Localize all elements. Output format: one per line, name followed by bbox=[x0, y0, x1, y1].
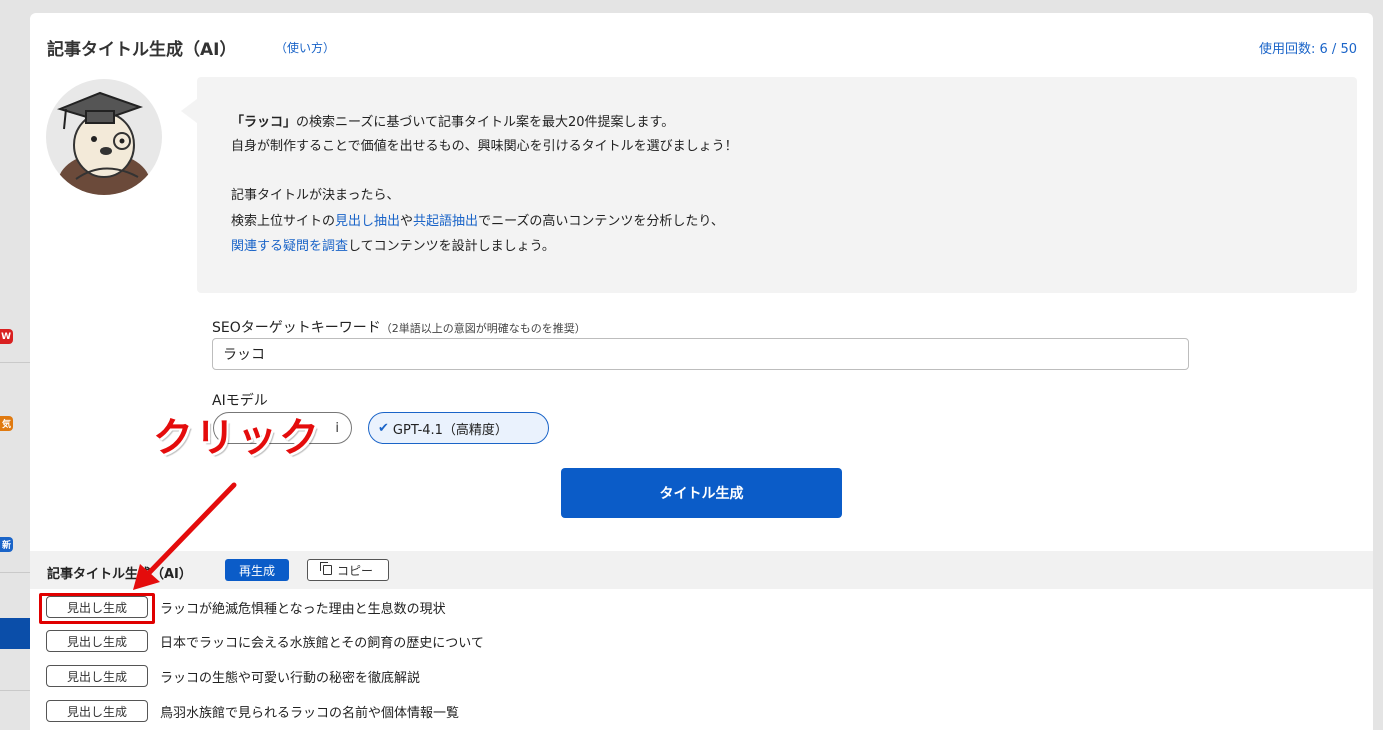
title-suggestion: ラッコの生態や可愛い行動の秘密を徹底解説 bbox=[160, 670, 421, 686]
model-option-gpt41[interactable]: ✔ GPT-4.1（高精度） bbox=[368, 412, 549, 444]
copy-button[interactable]: コピー bbox=[307, 559, 389, 581]
check-icon: ✔ bbox=[378, 420, 389, 436]
intro-text: の検索ニーズに基づいて記事タイトル案を最大20件提案します。 bbox=[296, 115, 675, 130]
intro-line-2: 自身が制作することで価値を出せるもの、興味関心を引けるタイトルを選びましょう！ bbox=[231, 139, 738, 154]
regenerate-button[interactable]: 再生成 bbox=[225, 559, 289, 581]
title-suggestion: ラッコが絶滅危惧種となった理由と生息数の現状 bbox=[160, 601, 446, 617]
model-option-label: GPT-4.1（高精度） bbox=[392, 422, 508, 438]
click-annotation: クリック bbox=[153, 415, 321, 461]
sidebar-item-active[interactable] bbox=[0, 618, 30, 649]
intro-line-4: 検索上位サイトの見出し抽出や共起語抽出でニーズの高いコンテンツを分析したり、 bbox=[231, 212, 724, 232]
related-questions-link[interactable]: 関連する疑問を調査 bbox=[231, 239, 348, 254]
copy-icon bbox=[319, 562, 332, 575]
intro-text: や bbox=[400, 214, 414, 229]
intro-keyword: 「ラッコ」 bbox=[231, 115, 297, 130]
mascot-avatar bbox=[46, 79, 162, 195]
intro-text: 検索上位サイトの bbox=[231, 214, 336, 229]
heading-generate-button[interactable]: 見出し生成 bbox=[46, 700, 148, 722]
intro-line-5: 関連する疑問を調査してコンテンツを設計しましょう。 bbox=[231, 237, 555, 257]
intro-bubble: 「ラッコ」の検索ニーズに基づいて記事タイトル案を最大20件提案します。 自身が制… bbox=[181, 77, 1357, 293]
model-option-label: i bbox=[335, 420, 339, 436]
sidebar-divider bbox=[0, 572, 30, 573]
list-item: 見出し生成 ラッコの生態や可愛い行動の秘密を徹底解説 bbox=[46, 665, 420, 687]
intro-line-3: 記事タイトルが決まったら、 bbox=[231, 188, 400, 203]
title-suggestion: 日本でラッコに会える水族館とその飼育の歴史について bbox=[160, 635, 484, 651]
sidebar-badge-popular: 気 bbox=[0, 416, 13, 431]
heading-generate-button[interactable]: 見出し生成 bbox=[46, 665, 148, 687]
heading-generate-button[interactable]: 見出し生成 bbox=[46, 630, 148, 652]
usage-count: 使用回数: 6 / 50 bbox=[1259, 42, 1357, 57]
otter-mascot-icon bbox=[56, 91, 150, 195]
howto-link[interactable]: （使い方） bbox=[275, 39, 335, 56]
heading-extract-link[interactable]: 見出し抽出 bbox=[335, 214, 400, 229]
sidebar-divider bbox=[0, 690, 30, 691]
list-item: 見出し生成 日本でラッコに会える水族館とその飼育の歴史について bbox=[46, 630, 484, 652]
keyword-label: SEOターゲットキーワード（2単語以上の意図が明確なものを推奨） bbox=[212, 317, 586, 337]
title-suggestion: 鳥羽水族館で見られるラッコの名前や個体情報一覧 bbox=[160, 705, 460, 721]
keyword-label-text: SEOターゲットキーワード bbox=[212, 320, 381, 336]
sidebar: W 気 新 bbox=[0, 0, 30, 730]
intro-line-1: 「ラッコ」の検索ニーズに基づいて記事タイトル案を最大20件提案します。 bbox=[231, 113, 674, 133]
intro-text: でニーズの高いコンテンツを分析したり、 bbox=[478, 214, 724, 229]
sidebar-badge-new: W bbox=[0, 329, 13, 344]
page-title: 記事タイトル生成（AI） bbox=[47, 40, 237, 60]
cooccurrence-link[interactable]: 共起語抽出 bbox=[413, 214, 478, 229]
keyword-input[interactable] bbox=[212, 338, 1189, 370]
intro-text: してコンテンツを設計しましょう。 bbox=[348, 239, 555, 254]
main-card: 記事タイトル生成（AI） （使い方） 使用回数: 6 / 50 「ラッコ」の検索… bbox=[30, 13, 1373, 730]
list-item: 見出し生成 鳥羽水族館で見られるラッコの名前や個体情報一覧 bbox=[46, 700, 459, 722]
keyword-hint: （2単語以上の意図が明確なものを推奨） bbox=[380, 322, 586, 335]
highlight-box bbox=[39, 593, 155, 624]
copy-label: コピー bbox=[336, 563, 373, 578]
generate-title-button[interactable]: タイトル生成 bbox=[561, 468, 842, 518]
sidebar-divider bbox=[0, 362, 30, 363]
results-title: 記事タイトル生成（AI） bbox=[47, 567, 192, 582]
sidebar-badge-latest: 新 bbox=[0, 537, 13, 552]
